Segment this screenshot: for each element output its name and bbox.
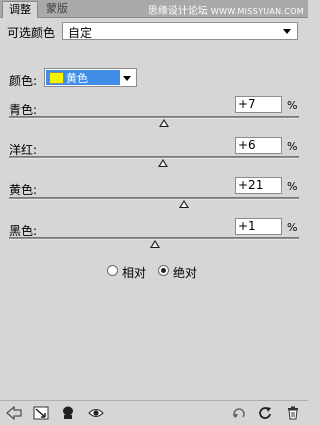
tab-adjustments[interactable]: 调整: [2, 1, 38, 18]
watermark-text: 思缘设计论坛: [147, 6, 208, 17]
black-percent: %: [287, 221, 298, 234]
yellow-slider-track[interactable]: [9, 197, 299, 200]
panel-tab-bar: 调整 蒙版 思缘设计论坛 WWW.MISSYUAN.COM: [0, 0, 308, 18]
bottom-toolbar: [0, 400, 308, 425]
colors-value: 黄色: [66, 72, 88, 85]
absolute-label: 绝对: [173, 266, 198, 280]
preset-value: 自定: [68, 26, 93, 40]
layer-mask-icon[interactable]: [60, 406, 76, 420]
yellow-label: 黄色:: [9, 183, 38, 197]
watermark-site: WWW.MISSYUAN.COM: [210, 7, 304, 16]
black-slider-thumb[interactable]: [150, 240, 161, 248]
color-swatch: [49, 72, 64, 84]
relative-label: 相对: [122, 266, 147, 280]
colors-dropdown[interactable]: 黄色: [44, 68, 137, 87]
magenta-input[interactable]: +6: [235, 137, 282, 154]
tab-masks[interactable]: 蒙版: [40, 1, 74, 17]
magenta-slider-track[interactable]: [9, 156, 299, 159]
yellow-input[interactable]: +21: [235, 177, 282, 194]
relative-radio[interactable]: [107, 265, 118, 276]
reset-icon[interactable]: [257, 406, 273, 420]
magenta-slider-thumb[interactable]: [157, 159, 168, 167]
preset-dropdown[interactable]: 自定: [62, 22, 298, 40]
colors-label: 颜色:: [9, 74, 38, 88]
clip-to-layer-icon[interactable]: [33, 406, 49, 420]
magenta-percent: %: [287, 140, 298, 153]
watermark: 思缘设计论坛 WWW.MISSYUAN.COM: [148, 2, 304, 17]
panel-title: 可选颜色: [7, 26, 56, 40]
absolute-radio[interactable]: [158, 265, 169, 276]
yellow-percent: %: [287, 180, 298, 193]
chevron-down-icon: [123, 76, 131, 81]
cyan-input[interactable]: +7: [235, 96, 282, 113]
yellow-slider-thumb[interactable]: [179, 200, 190, 208]
cyan-slider-thumb[interactable]: [159, 119, 170, 127]
eye-icon[interactable]: [88, 406, 104, 420]
cyan-percent: %: [287, 99, 298, 112]
trash-icon[interactable]: [285, 406, 301, 420]
cyan-slider-track[interactable]: [9, 116, 299, 119]
back-arrow-icon[interactable]: [6, 405, 22, 421]
black-input[interactable]: +1: [235, 218, 282, 235]
previous-state-icon[interactable]: [232, 406, 248, 420]
chevron-down-icon: [283, 29, 291, 34]
